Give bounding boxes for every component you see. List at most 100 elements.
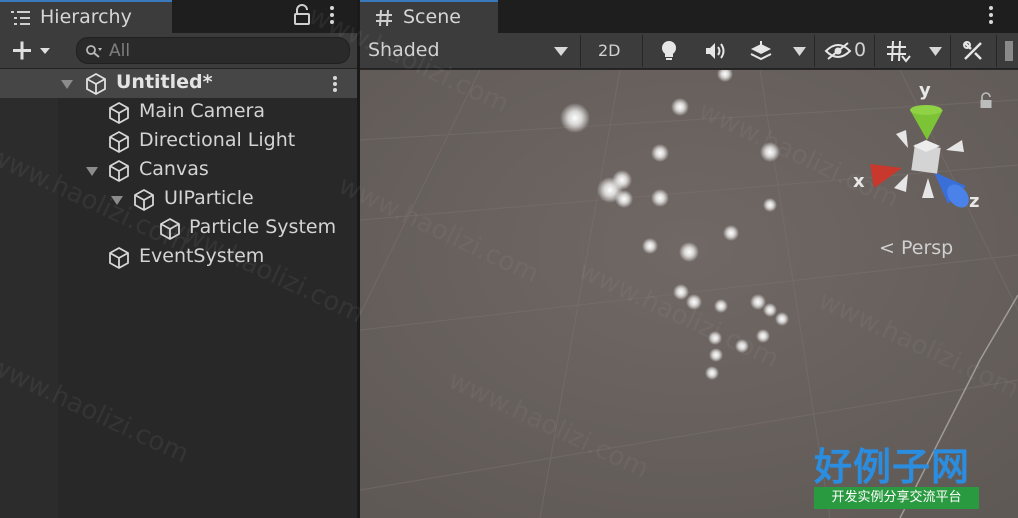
speaker-icon [706, 43, 725, 59]
grid-hash-icon [376, 9, 392, 27]
unity-scene-icon [86, 72, 106, 96]
particle [723, 225, 739, 241]
persp-chevron-icon: < [879, 237, 895, 259]
particle [708, 331, 722, 345]
search-input[interactable] [109, 39, 339, 62]
toolbar-separator [950, 35, 951, 67]
watermark-logo-title: 好例子网 [814, 444, 971, 489]
grid-toggle-button[interactable] [880, 35, 916, 67]
foldout-expanded-icon[interactable] [110, 193, 124, 207]
toolbar-separator [996, 35, 997, 67]
gizmos-tools-button[interactable] [956, 35, 990, 67]
layers-effects-icon [750, 41, 772, 61]
effects-toggle-button[interactable] [744, 35, 778, 67]
toolbar-overflow-button[interactable] [1000, 35, 1018, 67]
particle [673, 284, 689, 300]
lighting-toggle-button[interactable] [652, 35, 686, 67]
tools-wrench-icon [963, 41, 982, 60]
grid-snap-icon [887, 40, 911, 63]
scene-tab-label: Scene [403, 6, 461, 28]
effects-options-dropdown[interactable] [788, 35, 810, 67]
particle [651, 189, 669, 207]
hierarchy-tree: Untitled* Main Camera Directional Light … [0, 69, 357, 518]
hierarchy-item-label: Main Camera [139, 100, 265, 122]
foldout-expanded-icon[interactable] [60, 77, 74, 91]
hierarchy-panel: Hierarchy All Untitled* Main Camera Dire… [0, 0, 357, 518]
particle [709, 348, 723, 362]
hierarchy-item-canvas[interactable]: Canvas [0, 156, 357, 185]
particle [775, 312, 789, 326]
toolbar-separator [814, 35, 815, 67]
hierarchy-item-label: Particle System [189, 216, 337, 238]
scene-name-label: Untitled* [116, 71, 213, 93]
search-icon [86, 45, 102, 58]
audio-toggle-button[interactable] [698, 35, 732, 67]
hierarchy-item-particle-system[interactable]: Particle System [0, 214, 357, 243]
hierarchy-search-field[interactable] [76, 37, 350, 64]
hierarchy-item-eventsystem[interactable]: EventSystem [0, 243, 357, 272]
particle [679, 242, 699, 262]
toggle-2d-label: 2D [598, 41, 621, 60]
chevron-down-icon [929, 47, 942, 56]
eye-hidden-icon [824, 42, 852, 60]
toolbar-separator [874, 35, 875, 67]
scene-menu-icon[interactable] [982, 3, 1000, 27]
particle [651, 144, 669, 162]
scene-tab-bar: Scene [360, 0, 1018, 33]
hierarchy-item-directional-light[interactable]: Directional Light [0, 127, 357, 156]
add-object-button[interactable] [6, 37, 62, 65]
viewport-lock-icon[interactable] [978, 92, 994, 110]
particle [756, 329, 770, 343]
chevron-down-icon [793, 47, 806, 56]
particle [560, 103, 590, 133]
hidden-object-count: 0 [854, 39, 867, 61]
lock-icon[interactable] [292, 3, 312, 27]
particle [615, 190, 633, 208]
particle [763, 303, 777, 317]
hierarchy-item-uiparticle[interactable]: UIParticle [0, 185, 357, 214]
grid-options-dropdown[interactable] [924, 35, 946, 67]
toggle-2d-button[interactable]: 2D [588, 35, 634, 67]
hierarchy-toolbar [0, 33, 357, 69]
hierarchy-item-main-camera[interactable]: Main Camera [0, 98, 357, 127]
axis-z-label: z [969, 191, 980, 212]
scene-root-row[interactable]: Untitled* [0, 69, 357, 98]
particle [760, 142, 780, 162]
foldout-expanded-icon[interactable] [85, 164, 99, 178]
gameobject-cube-icon [109, 160, 129, 182]
watermark-logo-subtitle: 开发实例分享交流平台 [814, 487, 979, 509]
toolbar-separator [642, 35, 643, 67]
chevron-down-icon [554, 47, 568, 56]
hierarchy-list-icon [11, 11, 30, 25]
hierarchy-item-label: UIParticle [164, 187, 254, 209]
hierarchy-item-label: EventSystem [139, 245, 265, 267]
shading-mode-dropdown[interactable]: Shaded [360, 35, 578, 67]
tab-hierarchy[interactable]: Hierarchy [0, 0, 172, 33]
particle [686, 294, 702, 310]
gameobject-cube-icon [109, 102, 129, 124]
persp-label: Persp [900, 237, 954, 259]
particle [763, 198, 777, 212]
scene-menu-icon[interactable] [327, 73, 343, 95]
gameobject-cube-icon [160, 218, 180, 240]
toolbar-separator [580, 35, 581, 67]
particle [705, 366, 719, 380]
axis-y-label: y [919, 80, 931, 101]
gameobject-cube-icon [109, 131, 129, 153]
hierarchy-tab-bar: Hierarchy [0, 0, 357, 33]
hierarchy-item-label: Directional Light [139, 129, 296, 151]
particle [642, 238, 658, 254]
hierarchy-item-label: Canvas [139, 158, 209, 180]
hierarchy-tab-label: Hierarchy [40, 6, 132, 28]
particle [671, 98, 689, 116]
projection-toggle[interactable]: < Persp [879, 237, 953, 259]
hierarchy-menu-icon[interactable] [323, 3, 341, 27]
overflow-icon [1005, 41, 1013, 61]
gameobject-cube-icon [134, 189, 154, 211]
gameobject-cube-icon [109, 247, 129, 269]
tab-scene[interactable]: Scene [360, 0, 498, 33]
lightbulb-icon [662, 41, 676, 60]
particle [714, 299, 728, 313]
particle [735, 339, 749, 353]
shading-mode-label: Shaded [368, 39, 440, 61]
